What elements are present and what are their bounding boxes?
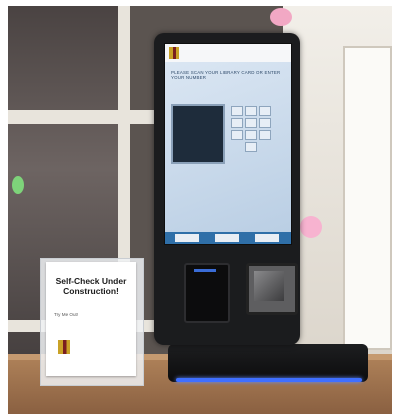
keypad-key[interactable]: [245, 106, 257, 116]
printer-led: [194, 269, 216, 272]
construction-sign: Self-Check Under Construction! Try Me Ou…: [46, 262, 136, 376]
kiosk-photo: PLEASE SCAN YOUR LIBRARY CARD OR ENTER Y…: [8, 6, 392, 414]
card-scanner-illustration: [171, 104, 225, 164]
keypad-key[interactable]: [245, 118, 257, 128]
self-check-kiosk: PLEASE SCAN YOUR LIBRARY CARD OR ENTER Y…: [154, 33, 300, 345]
keypad-key[interactable]: [259, 118, 271, 128]
keypad-key[interactable]: [245, 130, 257, 140]
kiosk-brand-label: [204, 323, 256, 328]
receipt-printer: [184, 263, 230, 323]
sign-subtitle: Try Me Out!: [54, 312, 79, 317]
sign-title: Self-Check Under Construction!: [55, 276, 127, 296]
barcode-scanner: [246, 263, 298, 315]
paper-flower-pink: [300, 216, 322, 238]
footer-button[interactable]: [175, 234, 199, 242]
screen-header: [165, 44, 291, 62]
library-logo-icon: [169, 47, 179, 59]
keypad-key[interactable]: [259, 130, 271, 140]
keypad[interactable]: [231, 106, 283, 154]
paper-flower-pink: [270, 8, 292, 26]
screen-prompt: PLEASE SCAN YOUR LIBRARY CARD OR ENTER Y…: [171, 70, 281, 80]
keypad-key[interactable]: [231, 106, 243, 116]
keypad-key[interactable]: [259, 106, 271, 116]
keypad-key[interactable]: [245, 142, 257, 152]
keypad-key[interactable]: [231, 130, 243, 140]
photo-frame: PLEASE SCAN YOUR LIBRARY CARD OR ENTER Y…: [0, 0, 402, 420]
kiosk-base: [168, 344, 368, 382]
scanner-glass: [254, 271, 284, 301]
keypad-key[interactable]: [231, 118, 243, 128]
kiosk-touchscreen[interactable]: PLEASE SCAN YOUR LIBRARY CARD OR ENTER Y…: [164, 43, 292, 245]
paper-flower-green: [12, 176, 24, 194]
library-logo-icon: [58, 340, 70, 354]
footer-button[interactable]: [215, 234, 239, 242]
background-window: [343, 46, 392, 350]
footer-button[interactable]: [255, 234, 279, 242]
base-led-strip: [176, 378, 362, 382]
